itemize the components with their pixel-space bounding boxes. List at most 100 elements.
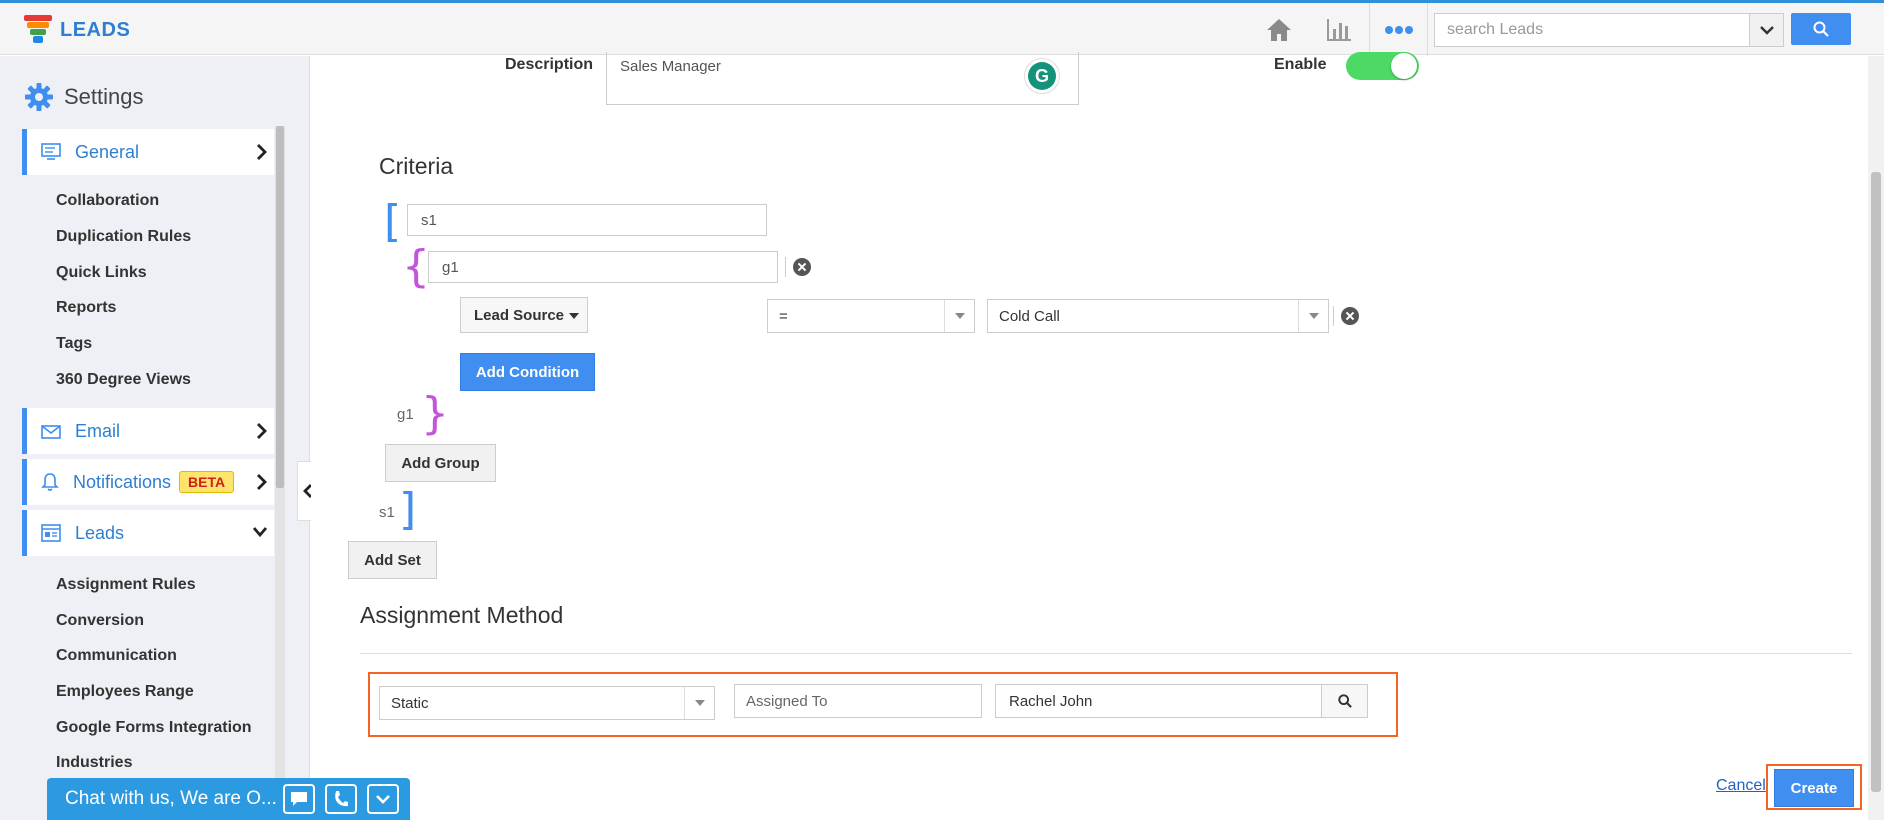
condition-field-dropdown[interactable]: Lead Source — [460, 297, 588, 333]
sidebar-section-general[interactable]: General — [22, 129, 274, 175]
home-icon[interactable] — [1262, 13, 1296, 47]
top-bar: LEADS — [0, 0, 1884, 58]
add-set-button[interactable]: Add Set — [348, 541, 437, 579]
divider — [1369, 3, 1370, 58]
sidebar-scrollbar-thumb[interactable] — [276, 126, 284, 488]
set-open-bracket: [ — [384, 196, 402, 247]
gear-icon — [25, 83, 53, 111]
group-close-brace: } — [421, 388, 449, 439]
condition-value: Cold Call — [999, 307, 1060, 325]
operator-value: = — [779, 307, 788, 325]
sidebar-item-duplication-rules[interactable]: Duplication Rules — [56, 228, 191, 246]
chat-widget[interactable]: Chat with us, We are O... — [47, 778, 410, 820]
chevron-right-icon — [257, 144, 267, 160]
divider — [360, 653, 1852, 654]
sidebar-section-email[interactable]: Email — [22, 408, 274, 454]
assignment-method-select[interactable]: Static — [379, 686, 715, 720]
sidebar-item-employees-range[interactable]: Employees Range — [56, 683, 194, 701]
chevron-down-icon — [376, 795, 390, 804]
set-name-input[interactable] — [407, 204, 767, 236]
group-open-brace: { — [402, 241, 430, 292]
sidebar-item-assignment-rules[interactable]: Assignment Rules — [56, 576, 196, 594]
chevron-right-icon — [257, 423, 267, 439]
chat-message-button[interactable] — [283, 784, 315, 814]
sidebar-section-notifications[interactable]: Notifications BETA — [22, 459, 274, 505]
settings-title: Settings — [64, 84, 144, 109]
enable-toggle[interactable] — [1346, 52, 1419, 80]
chat-bubble-icon — [291, 792, 307, 806]
set-end-label: s1 — [379, 504, 395, 521]
add-group-button[interactable]: Add Group — [385, 444, 496, 482]
assignment-method-heading: Assignment Method — [360, 602, 564, 628]
toggle-knob — [1391, 53, 1417, 79]
chat-text: Chat with us, We are O... — [65, 788, 277, 809]
sidebar-item-google-forms-integration[interactable]: Google Forms Integration — [56, 719, 252, 737]
remove-group-icon[interactable] — [793, 258, 811, 276]
condition-operator-select[interactable]: = — [767, 299, 975, 333]
divider — [785, 257, 786, 277]
section-label: Notifications — [73, 471, 172, 492]
cancel-link[interactable]: Cancel — [1716, 777, 1766, 795]
search-icon — [1337, 694, 1352, 708]
assigned-to-label: Assigned To — [746, 692, 828, 710]
search-icon — [1813, 21, 1829, 37]
assigned-to-input[interactable] — [995, 684, 1322, 718]
email-icon — [41, 425, 61, 439]
sidebar-section-leads[interactable]: Leads — [22, 510, 274, 556]
section-label: General — [75, 141, 140, 162]
search-input[interactable] — [1434, 13, 1750, 47]
group-end-label: g1 — [397, 406, 414, 423]
sidebar-item-communication[interactable]: Communication — [56, 647, 177, 665]
chat-call-button[interactable] — [325, 784, 357, 814]
sidebar-item-industries[interactable]: Industries — [56, 754, 132, 772]
settings-sidebar: Settings General Collaboration Duplicati… — [0, 56, 310, 820]
bar-chart-icon[interactable] — [1322, 13, 1356, 47]
app-logo[interactable]: LEADS — [24, 15, 130, 45]
section-label: Email — [75, 420, 121, 441]
description-input[interactable]: Sales Manager — [606, 52, 1079, 105]
section-label: Leads — [75, 522, 125, 543]
sidebar-item-reports[interactable]: Reports — [56, 299, 116, 317]
app-name: LEADS — [60, 18, 131, 41]
phone-icon — [335, 791, 348, 807]
create-button[interactable]: Create — [1774, 769, 1854, 807]
add-condition-button[interactable]: Add Condition — [460, 353, 595, 391]
sidebar-item-360-degree-views[interactable]: 360 Degree Views — [56, 371, 191, 389]
assignment-method-value: Static — [391, 694, 429, 712]
more-dots-icon[interactable] — [1382, 13, 1416, 47]
description-label: Description — [505, 56, 594, 73]
funnel-logo-icon — [24, 15, 52, 45]
grammarly-g: G — [1028, 62, 1056, 90]
condition-value-select[interactable]: Cold Call — [987, 299, 1329, 333]
sidebar-item-conversion[interactable]: Conversion — [56, 612, 144, 630]
assigned-to-label-field: Assigned To — [734, 684, 982, 718]
divider — [1427, 3, 1428, 58]
caret-down-icon — [944, 300, 974, 332]
beta-badge: BETA — [179, 471, 235, 493]
assignee-search-button[interactable] — [1321, 684, 1368, 718]
search-button[interactable] — [1791, 13, 1851, 45]
enable-label: Enable — [1274, 56, 1327, 73]
chevron-down-icon — [252, 527, 268, 538]
criteria-heading: Criteria — [379, 153, 454, 179]
remove-condition-icon[interactable] — [1341, 307, 1359, 325]
sidebar-item-quick-links[interactable]: Quick Links — [56, 264, 147, 282]
chevron-right-icon — [257, 474, 267, 490]
grammarly-icon[interactable]: G — [1024, 58, 1060, 94]
caret-down-icon — [684, 687, 714, 719]
caret-down-icon — [1298, 300, 1328, 332]
search-scope-dropdown[interactable] — [1750, 13, 1784, 47]
monitor-icon — [41, 143, 61, 160]
chevron-down-icon — [1759, 26, 1774, 35]
main-scrollbar-thumb[interactable] — [1871, 172, 1881, 792]
condition-field-label: Lead Source — [474, 306, 565, 324]
sidebar-item-collaboration[interactable]: Collaboration — [56, 192, 159, 210]
settings-heading: Settings — [24, 82, 144, 112]
leads-icon — [41, 524, 61, 542]
group-name-input[interactable] — [428, 251, 778, 283]
bell-icon — [41, 473, 59, 491]
chat-minimize-button[interactable] — [367, 784, 399, 814]
caret-down-icon — [569, 313, 579, 319]
sidebar-item-tags[interactable]: Tags — [56, 335, 92, 353]
divider — [1333, 306, 1334, 326]
